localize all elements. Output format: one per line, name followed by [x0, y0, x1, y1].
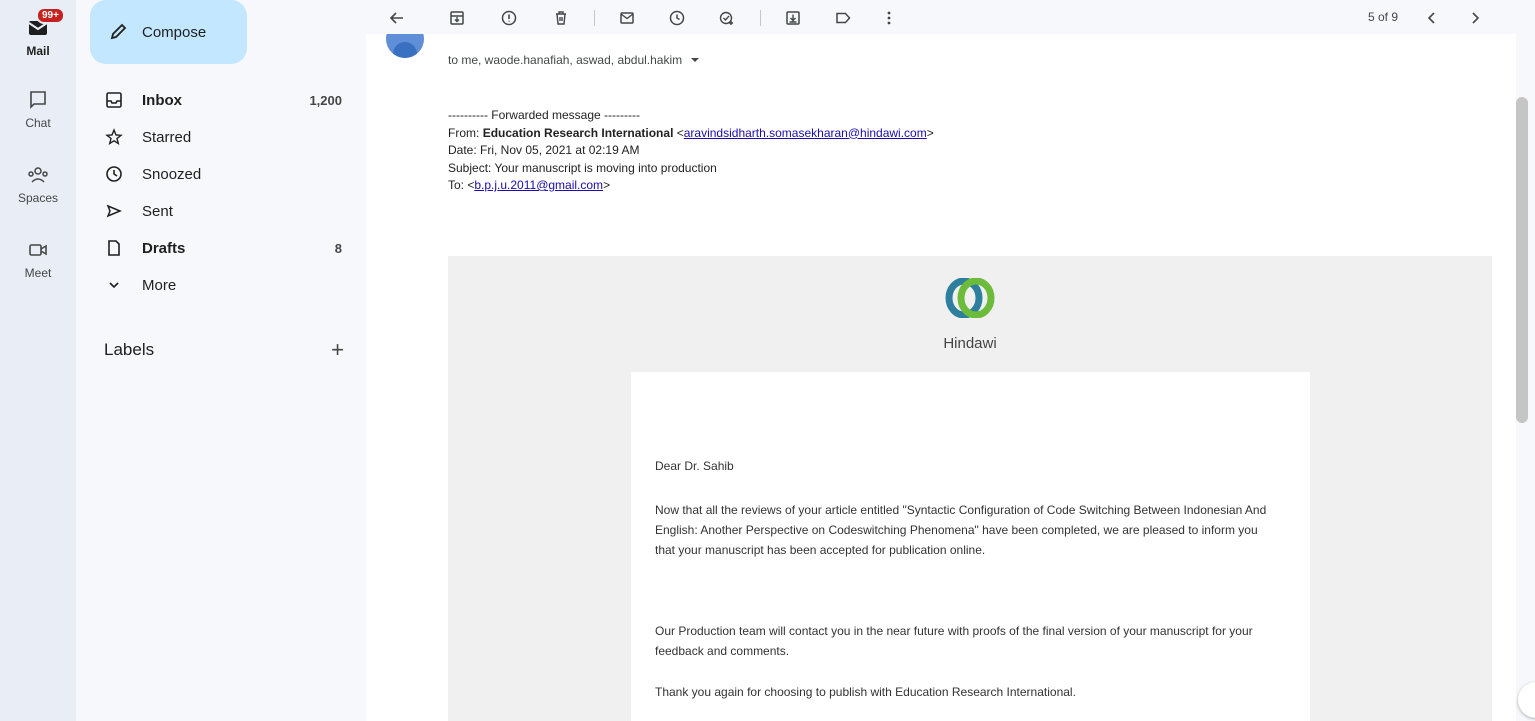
recipients-line[interactable]: to me, waode.hanafiah, aswad, abdul.haki… — [448, 53, 700, 67]
rail-label-chat: Chat — [25, 116, 51, 130]
to-email-link[interactable]: b.p.j.u.2011@gmail.com — [474, 178, 603, 192]
inbox-count: 1,200 — [309, 92, 342, 108]
spaces-icon — [28, 167, 48, 183]
move-icon — [786, 11, 800, 25]
nav-item-drafts[interactable]: Drafts 8 — [104, 232, 358, 264]
send-icon — [104, 201, 124, 221]
clock-icon — [669, 10, 685, 26]
clock-icon — [104, 164, 124, 184]
nav-label-drafts: Drafts — [142, 239, 186, 257]
delete-button[interactable] — [550, 7, 572, 29]
archive-icon — [450, 11, 464, 25]
to-label: To: — [448, 178, 465, 192]
paragraph-thanks: Thank you again for choosing to publish … — [655, 685, 1076, 699]
back-button[interactable] — [386, 7, 408, 29]
forwarded-header: ---------- Forwarded message --------- F… — [448, 107, 934, 195]
from-line: From: Education Research International <… — [448, 125, 934, 140]
nav-item-starred[interactable]: Starred — [104, 121, 358, 153]
letter-panel: Dear Dr. Sahib Now that all the reviews … — [631, 372, 1310, 721]
rail-spaces[interactable]: Spaces — [0, 165, 76, 205]
snooze-button[interactable] — [666, 7, 688, 29]
labels-section: Labels + — [104, 337, 344, 363]
mark-unread-button[interactable] — [616, 7, 638, 29]
message-toolbar: 5 of 9 — [366, 0, 1535, 34]
move-to-button[interactable] — [782, 7, 804, 29]
rail-mail[interactable]: 99+ Mail — [0, 7, 76, 58]
nav-label-sent: Sent — [142, 202, 173, 220]
rail-chat[interactable]: Chat — [0, 90, 76, 130]
subject-line: Subject: Your manuscript is moving into … — [448, 160, 717, 175]
more-options-button[interactable] — [878, 7, 900, 29]
trash-icon — [556, 11, 566, 25]
rail-meet[interactable]: Meet — [0, 240, 76, 280]
meet-icon — [29, 244, 47, 256]
chevron-left-icon — [1427, 12, 1435, 24]
add-task-button[interactable] — [716, 7, 738, 29]
drafts-count: 8 — [334, 240, 342, 256]
toolbar-divider — [760, 10, 761, 26]
star-icon — [104, 127, 124, 147]
labels-heading: Labels — [104, 340, 155, 359]
rail-label-spaces: Spaces — [17, 191, 59, 205]
to-line: To: <b.p.j.u.2011@gmail.com> — [448, 178, 611, 192]
newer-button[interactable] — [1421, 7, 1443, 29]
mail-nav: Compose Inbox 1,200 Starred Snoozed Sent… — [76, 0, 366, 721]
draft-icon — [104, 238, 124, 258]
paragraph-acceptance: Now that all the reviews of your article… — [655, 503, 1267, 557]
nav-label-snoozed: Snoozed — [142, 165, 202, 183]
date-line: Date: Fri, Nov 05, 2021 at 02:19 AM — [448, 143, 640, 157]
brand-name: Hindawi — [943, 335, 997, 352]
nav-label-inbox: Inbox — [142, 91, 182, 109]
hindawi-logo — [945, 278, 995, 318]
toolbar-divider — [594, 10, 595, 26]
nav-item-more[interactable]: More — [104, 269, 358, 301]
scrollbar-thumb[interactable] — [1516, 97, 1528, 423]
compose-button[interactable]: Compose — [90, 0, 247, 64]
chevron-down-icon — [104, 275, 124, 295]
labels-button[interactable] — [832, 7, 854, 29]
mail-icon: 99+ — [20, 7, 65, 42]
rail-label-meet: Meet — [24, 266, 52, 280]
spam-icon — [501, 10, 517, 26]
more-vert-icon — [887, 11, 891, 25]
rail-label-mail: Mail — [26, 44, 50, 58]
message-view: 5 of 9 to me, waode.hanafiah, aswad, abd… — [366, 0, 1535, 721]
archive-button[interactable] — [446, 7, 468, 29]
forward-marker: ---------- Forwarded message --------- — [448, 108, 640, 122]
label-icon — [836, 12, 851, 24]
recipients-text: to me, waode.hanafiah, aswad, abdul.haki… — [448, 53, 683, 67]
nav-item-snoozed[interactable]: Snoozed — [104, 158, 358, 190]
chevron-right-icon — [1472, 12, 1480, 24]
paragraph-production: Our Production team will contact you in … — [655, 624, 1253, 658]
mail-badge: 99+ — [36, 7, 65, 24]
add-task-icon — [719, 11, 733, 25]
report-spam-button[interactable] — [498, 7, 520, 29]
email-content: Hindawi Dear Dr. Sahib Now that all the … — [448, 256, 1492, 721]
inbox-icon — [104, 90, 124, 110]
pencil-icon — [110, 23, 127, 40]
older-button[interactable] — [1464, 7, 1486, 29]
add-label-button[interactable]: + — [331, 337, 344, 363]
nav-item-sent[interactable]: Sent — [104, 195, 358, 227]
chat-icon — [30, 91, 46, 109]
nav-item-inbox[interactable]: Inbox 1,200 — [104, 84, 358, 116]
from-name: Education Research International — [482, 125, 674, 140]
caret-down-icon — [690, 58, 699, 62]
pagination-text: 5 of 9 — [1368, 10, 1399, 24]
from-label: From: — [448, 125, 480, 140]
greeting: Dear Dr. Sahib — [655, 459, 734, 473]
nav-label-more: More — [142, 276, 177, 294]
compose-label: Compose — [142, 23, 207, 41]
nav-label-starred: Starred — [142, 128, 192, 146]
avatar — [386, 34, 424, 58]
arrow-left-icon — [389, 12, 403, 24]
app-rail: 99+ Mail Chat Spaces Meet — [0, 0, 76, 721]
message-card: to me, waode.hanafiah, aswad, abdul.haki… — [366, 34, 1516, 721]
from-email-link[interactable]: aravindsidharth.somasekharan@hindawi.com — [684, 126, 927, 140]
envelope-icon — [620, 12, 634, 24]
